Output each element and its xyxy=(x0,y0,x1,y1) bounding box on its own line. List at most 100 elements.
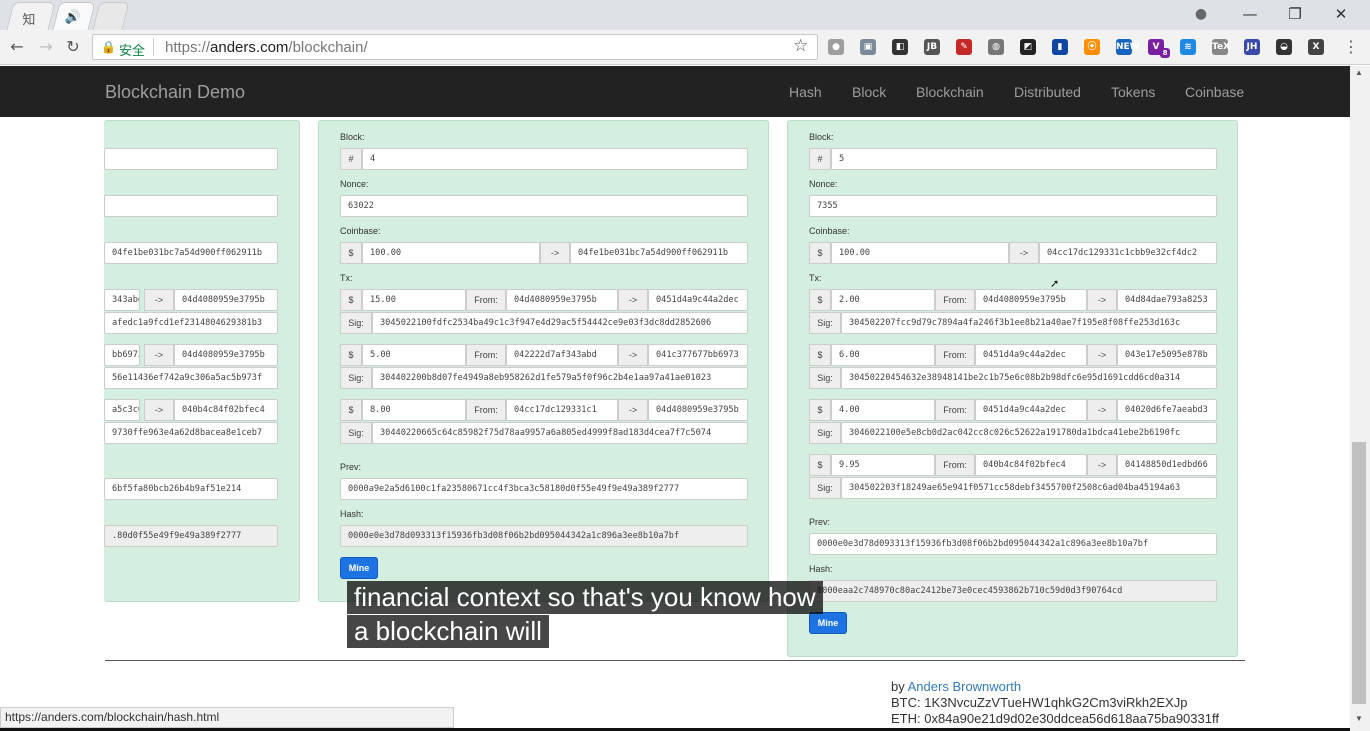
extension-icon[interactable]: TeX xyxy=(1212,39,1230,55)
nonce-label: Nonce: xyxy=(340,179,369,189)
tx-from-input[interactable]: 04d4080959e3795b xyxy=(975,289,1087,311)
coinbase-to-input[interactable]: 04cc17dc129331c1cbb9e32cf4dc2 xyxy=(1039,242,1217,264)
tx-amount-input[interactable]: 8.00 xyxy=(362,399,466,421)
tx-sig-input[interactable]: 9730ffe963e4a62d8bacea8e1ceb7 xyxy=(104,422,278,444)
tx-amount-input[interactable]: 6.00 xyxy=(831,344,935,366)
extension-icon[interactable]: JB xyxy=(924,39,940,55)
hash-label: Hash: xyxy=(809,564,833,574)
extension-icon[interactable]: X xyxy=(1308,39,1324,55)
nav-link-tokens[interactable]: Tokens xyxy=(1111,84,1155,100)
scroll-thumb[interactable] xyxy=(1352,442,1366,704)
extension-icon[interactable]: JH xyxy=(1244,39,1260,55)
tx-from-input[interactable]: 04cc17dc129331c1 xyxy=(506,399,618,421)
block-number-input[interactable]: 4 xyxy=(362,148,748,170)
forward-icon[interactable]: → xyxy=(35,36,57,58)
url-text[interactable]: https://anders.com/blockchain/ xyxy=(165,39,368,56)
tx-from-input[interactable]: 0451d4a9c44a2dec xyxy=(975,344,1087,366)
sig-addon: Sig: xyxy=(809,367,841,389)
nonce-input[interactable] xyxy=(104,195,278,217)
address-bar[interactable]: 🔒 安全 https://anders.com/blockchain/ ☆ xyxy=(92,34,818,60)
nav-link-blockchain[interactable]: Blockchain xyxy=(916,84,984,100)
tx-to-input[interactable]: 04d4080959e3795b xyxy=(174,344,278,366)
close-window-button[interactable]: ✕ xyxy=(1330,4,1352,24)
tx-sig-input[interactable]: 30450220454632e38948141be2c1b75e6c08b2b9… xyxy=(841,367,1217,389)
nonce-input[interactable]: 63022 xyxy=(340,195,748,217)
tx-sig-input[interactable]: 30440220665c64c85982f75d78aa9957a6a805ed… xyxy=(372,422,748,444)
extension-icon[interactable]: ◧ xyxy=(892,39,908,55)
extension-icon[interactable]: ✎ xyxy=(956,39,972,55)
tx-amount-input[interactable]: 4.00 xyxy=(831,399,935,421)
restore-button[interactable]: ❐ xyxy=(1284,4,1306,24)
tx-amount-input[interactable]: 9.95 xyxy=(831,454,935,476)
tx-sig-input[interactable]: 3045022100fdfc2534ba49c1c3f947e4d29ac5f5… xyxy=(372,312,748,334)
tx-to-input[interactable]: 04d4080959e3795b xyxy=(648,399,748,421)
reload-icon[interactable]: ↻ xyxy=(62,36,84,58)
tab-active[interactable]: 🔊 xyxy=(52,2,96,30)
tx-label: Tx: xyxy=(809,273,822,283)
tx-sig-input[interactable]: afedc1a9fcd1ef2314804629381b3 xyxy=(104,312,278,334)
account-icon[interactable]: ● xyxy=(1190,4,1212,24)
tx-to-input[interactable]: 04148850d1edbd66 xyxy=(1117,454,1217,476)
coinbase-amount-input[interactable]: 100.00 xyxy=(831,242,1009,264)
extension-icon[interactable]: ⦿ xyxy=(1084,39,1100,55)
extension-icon[interactable]: NEW xyxy=(1116,39,1140,55)
back-icon[interactable]: ← xyxy=(6,36,28,58)
page-scrollbar[interactable]: ▲ ▼ xyxy=(1350,66,1370,731)
coinbase-to-input[interactable]: 04fe1be031bc7a54d900ff062911b xyxy=(570,242,748,264)
extension-icon[interactable]: ◍ xyxy=(988,39,1004,55)
prev-hash-input[interactable]: 0000a9e2a5d6100c1fa23580671cc4f3bca3c581… xyxy=(340,478,748,500)
tx-to-input[interactable]: 0451d4a9c44a2dec xyxy=(648,289,748,311)
nav-link-block[interactable]: Block xyxy=(852,84,886,100)
tab-zhihu[interactable]: 知 xyxy=(6,2,56,30)
scroll-up-icon[interactable]: ▲ xyxy=(1355,68,1363,77)
tx-sig-input[interactable]: 304502203f18249ae65e941f0571cc58debf3455… xyxy=(841,477,1217,499)
minimize-button[interactable]: — xyxy=(1239,4,1261,24)
nav-link-distributed[interactable]: Distributed xyxy=(1014,84,1081,100)
tx-from-input[interactable]: 042222d7af343abd xyxy=(506,344,618,366)
site-brand[interactable]: Blockchain Demo xyxy=(105,82,245,103)
tx-to-input[interactable]: 041c377677bb6973 xyxy=(648,344,748,366)
tx-from-input[interactable]: 0451d4a9c44a2dec xyxy=(975,399,1087,421)
zhihu-tab-icon: 知 xyxy=(22,12,36,27)
tx-to-input[interactable]: 04d4080959e3795b xyxy=(174,289,278,311)
tx-sig-input[interactable]: 304402200b8d07fe4949a8eb958262d1fe579a5f… xyxy=(372,367,748,389)
block-number-input[interactable] xyxy=(104,148,278,170)
tx-sig-input[interactable]: 56e11436ef742a9c306a5ac5b973f xyxy=(104,367,278,389)
tx-from-input[interactable]: 04d4080959e3795b xyxy=(506,289,618,311)
extension-icon[interactable]: ▣ xyxy=(860,39,876,55)
tx-amount-input[interactable]: 5.00 xyxy=(362,344,466,366)
bookmark-star-icon[interactable]: ☆ xyxy=(793,36,808,56)
tx-to-input[interactable]: 04020d6fe7aeabd3 xyxy=(1117,399,1217,421)
nav-link-hash[interactable]: Hash xyxy=(789,84,822,100)
scroll-down-icon[interactable]: ▼ xyxy=(1355,714,1363,723)
prev-hash-input[interactable]: 6bf5fa80bcb26b4b9af51e214 xyxy=(104,478,278,500)
author-link[interactable]: Anders Brownworth xyxy=(908,679,1021,694)
tx-amount-input[interactable]: 15.00 xyxy=(362,289,466,311)
mine-button[interactable]: Mine xyxy=(340,557,378,579)
prev-hash-input[interactable]: 0000e0e3d78d093313f15936fb3d08f06b2bd095… xyxy=(809,533,1217,555)
nonce-input[interactable]: 7355 xyxy=(809,195,1217,217)
extension-icon[interactable]: ◩ xyxy=(1020,39,1036,55)
coinbase-amount-input[interactable]: 100.00 xyxy=(362,242,540,264)
extension-icon[interactable]: ● xyxy=(828,39,844,55)
tx-amount-input[interactable]: 343abd xyxy=(104,289,140,311)
tx-sig-input[interactable]: 304502207fcc9d79c7894a4fa246f3b1ee8b21a4… xyxy=(841,312,1217,334)
tx-from-input[interactable]: 040b4c84f02bfec4 xyxy=(975,454,1087,476)
tx-amount-input[interactable]: 2.00 xyxy=(831,289,935,311)
tx-sig-input[interactable]: 3046022100e5e8cb0d2ac042cc8c026c52622a19… xyxy=(841,422,1217,444)
nav-link-coinbase[interactable]: Coinbase xyxy=(1185,84,1244,100)
new-tab-button[interactable] xyxy=(92,2,130,30)
extension-icon[interactable]: ◒ xyxy=(1276,39,1292,55)
coinbase-to-input[interactable]: 04fe1be031bc7a54d900ff062911b xyxy=(104,242,278,264)
tx-amount-input[interactable]: bb6973 xyxy=(104,344,140,366)
dollar-addon: $ xyxy=(340,242,362,264)
tx-amount-input[interactable]: a5c3c0 xyxy=(104,399,140,421)
extension-icon[interactable]: ≋ xyxy=(1180,39,1196,55)
mine-button[interactable]: Mine xyxy=(809,612,847,634)
tx-to-input[interactable]: 043e17e5095e878b xyxy=(1117,344,1217,366)
extension-icon[interactable]: ▮ xyxy=(1052,39,1068,55)
tx-to-input[interactable]: 040b4c84f02bfec4 xyxy=(174,399,278,421)
block-number-input[interactable]: 5 xyxy=(831,148,1217,170)
browser-menu-icon[interactable]: ⋮ xyxy=(1340,36,1362,58)
tx-to-input[interactable]: 04d84dae793a8253 xyxy=(1117,289,1217,311)
